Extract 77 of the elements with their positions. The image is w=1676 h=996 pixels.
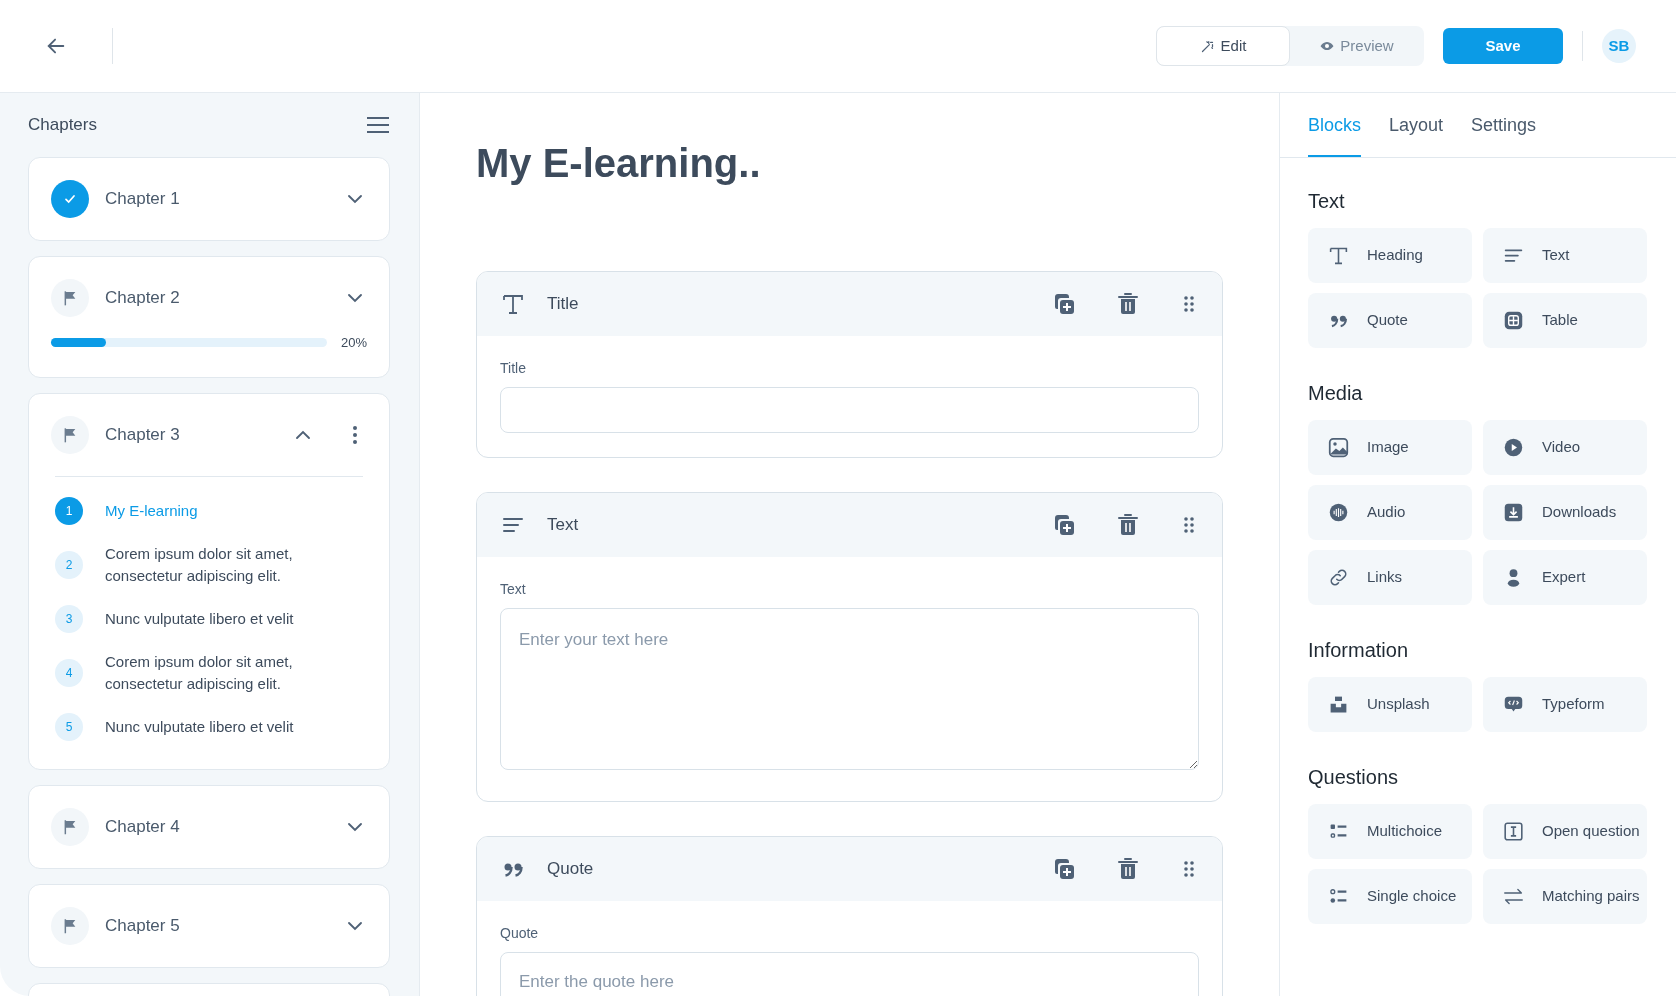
lesson-title: Corem ipsum dolor sit amet, consectetur adipiscing elit.: [105, 651, 294, 694]
block-type-button[interactable]: Text: [1483, 228, 1647, 283]
grid-square-icon: [1503, 310, 1524, 331]
quote-field[interactable]: Enter the quote here: [500, 952, 1199, 996]
field-label: Quote: [500, 924, 540, 943]
text-area-field[interactable]: Enter your text here: [500, 608, 1199, 770]
lesson-title: Nunc vulputate libero et velit: [105, 716, 294, 737]
kebab-icon: [352, 424, 358, 445]
section-title: Questions: [1308, 765, 1400, 790]
chapter-title[interactable]: Chapter 3: [105, 421, 275, 448]
lesson-item[interactable]: 5 Nunc vulputate libero et velit: [55, 704, 363, 749]
lesson-number: 1: [55, 496, 83, 525]
image-icon: [1328, 437, 1349, 458]
lesson-title: My E-learning: [105, 500, 198, 521]
duplicate-icon: [1052, 292, 1076, 316]
play-icon: [1503, 437, 1524, 458]
drag-dots-icon: [1184, 516, 1194, 534]
serif-t-icon: [501, 292, 525, 316]
lesson-item[interactable]: 2 Corem ipsum dolor sit amet, consectetur adipiscing elit.: [55, 542, 363, 587]
progress-percent: 20%: [340, 334, 367, 352]
serif-t-icon: [1328, 245, 1349, 266]
block-type-button[interactable]: Unsplash: [1308, 677, 1472, 732]
lesson-number: 5: [55, 712, 83, 741]
duplicate-icon: [1052, 857, 1076, 881]
block-title: Text: [547, 514, 580, 537]
text-cursor-box-icon: [1503, 821, 1524, 842]
chapter-title[interactable]: Chapter 4: [105, 813, 327, 840]
lesson-number: 3: [55, 604, 83, 633]
block-type-button[interactable]: Image: [1308, 420, 1472, 475]
block-type-button[interactable]: Typeform: [1483, 677, 1647, 732]
panel-tab[interactable]: Settings: [1471, 112, 1537, 157]
download-icon: [1503, 502, 1524, 523]
lesson-item[interactable]: 3 Nunc vulputate libero et velit: [55, 596, 363, 641]
chapter-title[interactable]: Chapter 2: [105, 285, 327, 311]
trash-icon: [1118, 293, 1138, 315]
section-title: Media: [1308, 381, 1364, 406]
block-title: Quote: [547, 858, 595, 881]
drag-dots-icon: [1184, 860, 1194, 878]
lesson-title: Corem ipsum dolor sit amet, consectetur adipiscing elit.: [105, 543, 294, 586]
mode-tab[interactable]: Edit: [1156, 26, 1290, 66]
waveform-icon: [1328, 502, 1349, 523]
duplicate-icon: [1052, 513, 1076, 537]
block-type-button[interactable]: Video: [1483, 420, 1647, 475]
block-type-button[interactable]: Links: [1308, 550, 1472, 605]
eye-icon: [1320, 39, 1335, 53]
field-label: Text: [500, 580, 527, 599]
lesson-number: 2: [55, 550, 83, 579]
block-type-button[interactable]: Open question: [1483, 804, 1647, 859]
block-type-button[interactable]: Heading: [1308, 228, 1472, 283]
panel-tab[interactable]: Layout: [1389, 112, 1444, 157]
lesson-number: 4: [55, 658, 83, 687]
block-type-button[interactable]: Multichoice: [1308, 804, 1472, 859]
lesson-title: Nunc vulputate libero et velit: [105, 608, 294, 629]
block-type-button[interactable]: Audio: [1308, 485, 1472, 540]
chapter-title[interactable]: Chapter 5: [105, 912, 327, 939]
trash-icon: [1118, 858, 1138, 880]
title-input-field[interactable]: [500, 387, 1199, 433]
sidebar-title: Chapters: [28, 114, 97, 137]
block-type-button[interactable]: Quote: [1308, 293, 1472, 348]
block-type-button[interactable]: Expert: [1483, 550, 1647, 605]
section-title: Information: [1308, 638, 1410, 663]
field-label: Title: [500, 359, 527, 378]
chapter-title[interactable]: Chapter 1: [105, 186, 327, 212]
trash-icon: [1118, 514, 1138, 536]
magic-wand-icon: [1199, 38, 1215, 54]
block-type-button[interactable]: Matching pairs: [1483, 869, 1647, 924]
lesson-item[interactable]: 4 Corem ipsum dolor sit amet, consectetur adipiscing elit.: [55, 650, 363, 695]
drag-dots-icon: [1184, 295, 1194, 313]
stacked-blocks-icon: [1328, 694, 1349, 715]
block-type-button[interactable]: Single choice: [1308, 869, 1472, 924]
block-title: Title: [547, 293, 580, 316]
section-title: Text: [1308, 189, 1346, 214]
link-icon: [1328, 567, 1349, 588]
page-title[interactable]: My E-learning..: [476, 135, 1223, 191]
block-type-button[interactable]: Table: [1483, 293, 1647, 348]
swap-arrows-icon: [1503, 886, 1524, 907]
block-type-button[interactable]: Downloads: [1483, 485, 1647, 540]
